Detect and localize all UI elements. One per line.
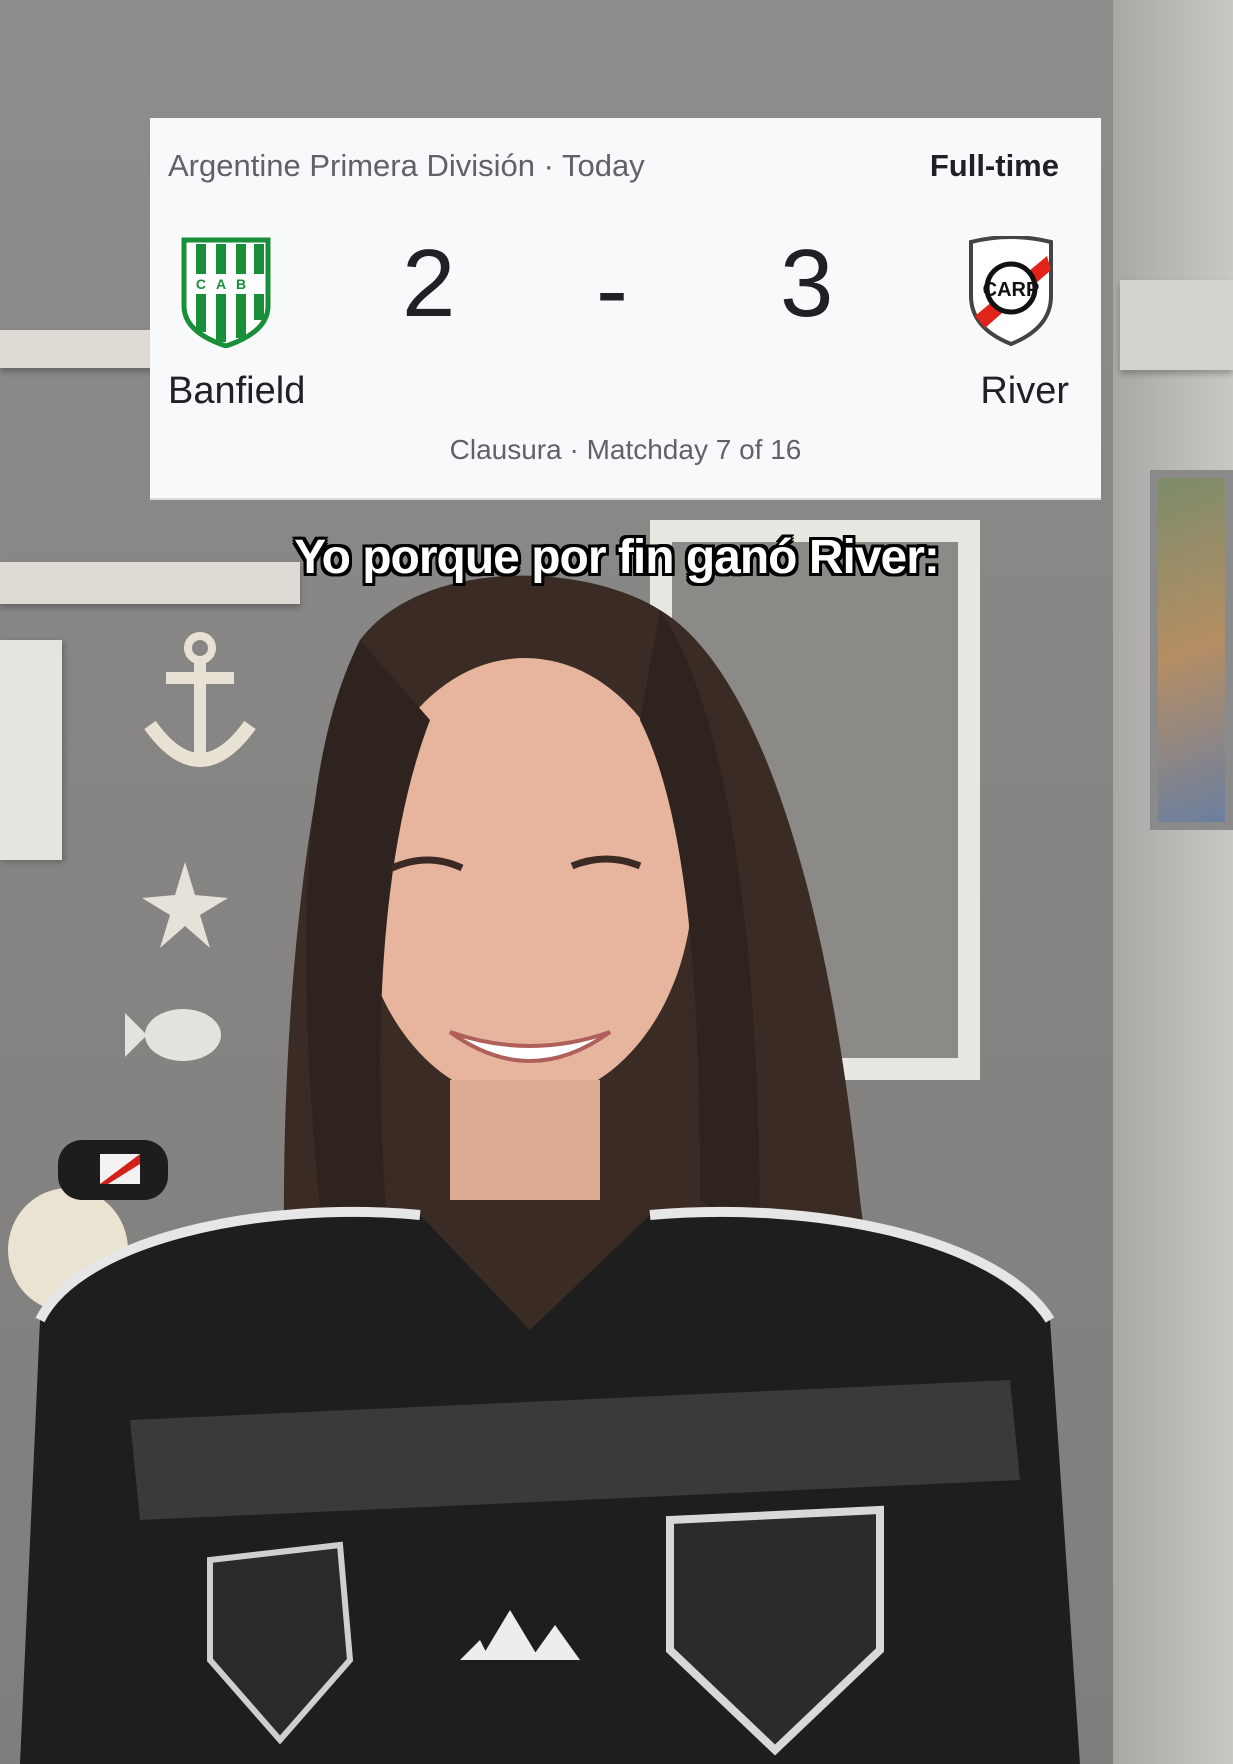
match-status: Full-time (929, 148, 1059, 183)
banfield-crest-letters: CAB (196, 276, 256, 292)
score-separator: - (596, 236, 628, 343)
river-crest-letters: CARP (983, 279, 1040, 301)
home-score: 2 (402, 230, 456, 337)
banfield-crest-icon: CAB (181, 237, 271, 348)
river-plate-crest-icon: CARP (969, 236, 1053, 347)
video-caption: Yo porque por fin ganó River: (294, 531, 940, 584)
away-score: 3 (780, 230, 834, 337)
round-label: Clausura · Matchday 7 of 16 (449, 434, 802, 465)
match-scorecard[interactable]: Argentine Primera División · Today Full-… (150, 118, 1101, 500)
away-team-name[interactable]: River (980, 370, 1069, 413)
home-team-name[interactable]: Banfield (168, 370, 305, 413)
league-date-label: Argentine Primera División · Today (168, 148, 645, 183)
card-divider (150, 498, 1101, 500)
